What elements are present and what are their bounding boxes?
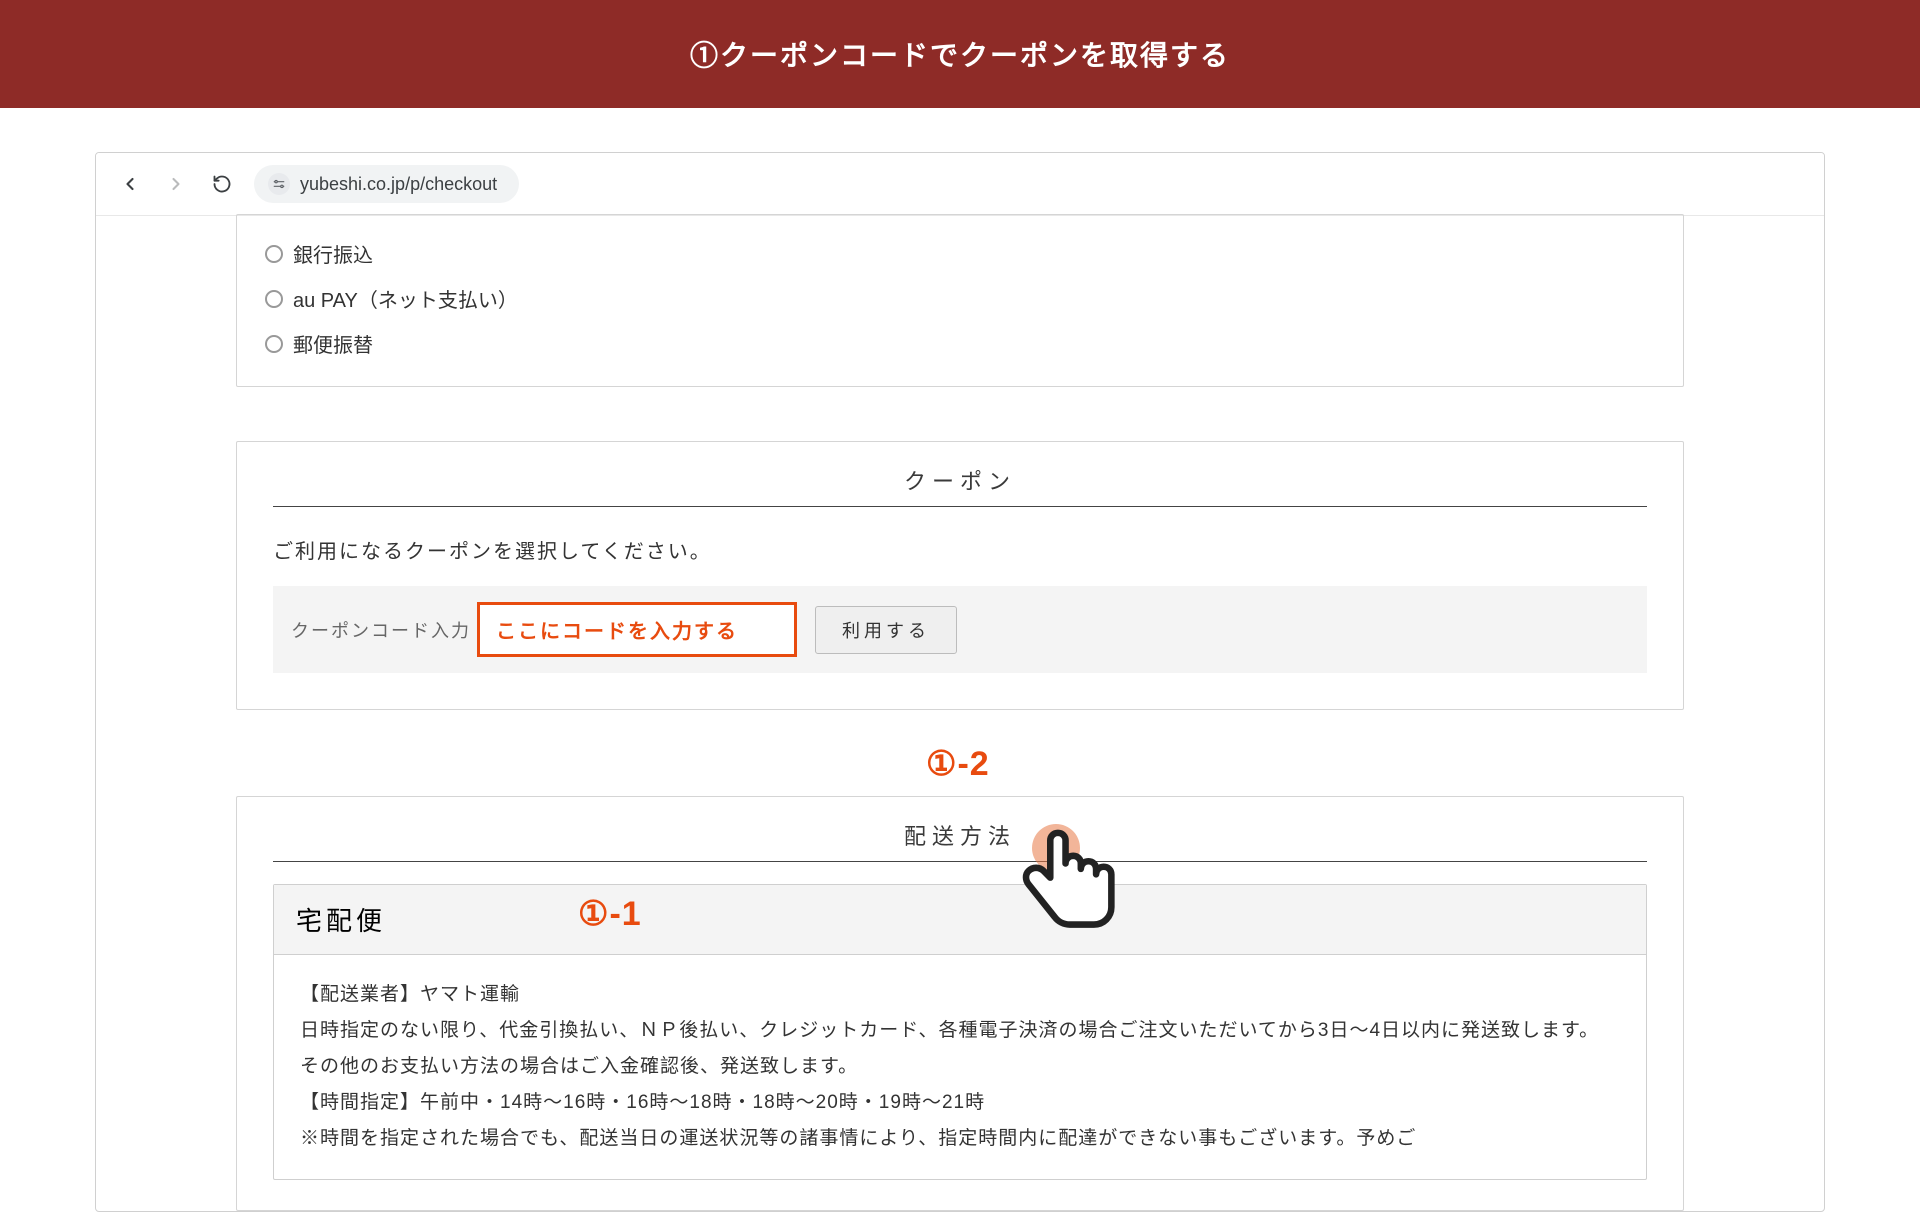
site-settings-icon[interactable] <box>268 173 290 195</box>
payment-option[interactable]: au PAY（ネット支払い） <box>265 276 1655 321</box>
shipping-line: 日時指定のない限り、代金引換払い、ＮＰ後払い、クレジットカード、各種電子決済の場… <box>300 1013 1620 1049</box>
coupon-code-input[interactable]: ここにコードを入力する <box>477 602 797 657</box>
coupon-prompt: ご利用になるクーポンを選択してください。 <box>273 535 1647 564</box>
coupon-field-label: クーポンコード入力 <box>291 617 471 643</box>
instruction-header: ①クーポンコードでクーポンを取得する <box>0 0 1920 108</box>
apply-coupon-button[interactable]: 利用する <box>815 606 957 654</box>
radio-icon <box>265 245 283 263</box>
payment-option-label: au PAY（ネット支払い） <box>293 284 518 313</box>
shipping-line: ※時間を指定された場合でも、配送当日の運送状況等の諸事情により、指定時間内に配達… <box>300 1121 1620 1157</box>
coupon-section: クーポン ご利用になるクーポンを選択してください。 クーポンコード入力 ここにコ… <box>236 441 1684 710</box>
pointer-hand-icon <box>1016 822 1126 942</box>
payment-option-label: 銀行振込 <box>293 239 373 268</box>
coupon-section-title: クーポン <box>273 442 1647 507</box>
page-content: 銀行振込 au PAY（ネット支払い） 郵便振替 クーポン ご利用になるクーポン… <box>96 214 1824 1211</box>
shipping-line: 【時間指定】午前中・14時～16時・16時～18時・18時～20時・19時～21… <box>300 1085 1620 1121</box>
forward-button[interactable] <box>162 170 190 198</box>
shipping-method-body: 【配送業者】ヤマト運輸 日時指定のない限り、代金引換払い、ＮＰ後払い、クレジット… <box>274 955 1646 1179</box>
shipping-method-name: 宅配便 <box>274 885 1646 955</box>
reload-button[interactable] <box>208 170 236 198</box>
shipping-line: 【配送業者】ヤマト運輸 <box>300 977 1620 1013</box>
url-text: yubeshi.co.jp/p/checkout <box>300 174 497 195</box>
shipping-section-title: 配送方法 <box>273 797 1647 862</box>
coupon-input-row: クーポンコード入力 ここにコードを入力する 利用する <box>273 586 1647 673</box>
browser-screenshot: yubeshi.co.jp/p/checkout 銀行振込 au PAY（ネット… <box>95 152 1825 1212</box>
address-bar[interactable]: yubeshi.co.jp/p/checkout <box>254 165 519 203</box>
shipping-section: 配送方法 宅配便 【配送業者】ヤマト運輸 日時指定のない限り、代金引換払い、ＮＰ… <box>236 796 1684 1211</box>
payment-option-label: 郵便振替 <box>293 329 373 358</box>
payment-option[interactable]: 郵便振替 <box>265 321 1655 366</box>
shipping-line: その他のお支払い方法の場合はご入金確認後、発送致します。 <box>300 1049 1620 1085</box>
browser-toolbar: yubeshi.co.jp/p/checkout <box>96 153 1824 216</box>
payment-option[interactable]: 銀行振込 <box>265 231 1655 276</box>
radio-icon <box>265 290 283 308</box>
shipping-method: 宅配便 【配送業者】ヤマト運輸 日時指定のない限り、代金引換払い、ＮＰ後払い、ク… <box>273 884 1647 1180</box>
back-button[interactable] <box>116 170 144 198</box>
radio-icon <box>265 335 283 353</box>
payment-options-box: 銀行振込 au PAY（ネット支払い） 郵便振替 <box>236 214 1684 387</box>
annotation-step-1-2: ①-2 <box>926 744 990 784</box>
instruction-title: ①クーポンコードでクーポンを取得する <box>690 40 1230 71</box>
annotation-step-1-1: ①-1 <box>578 894 642 934</box>
